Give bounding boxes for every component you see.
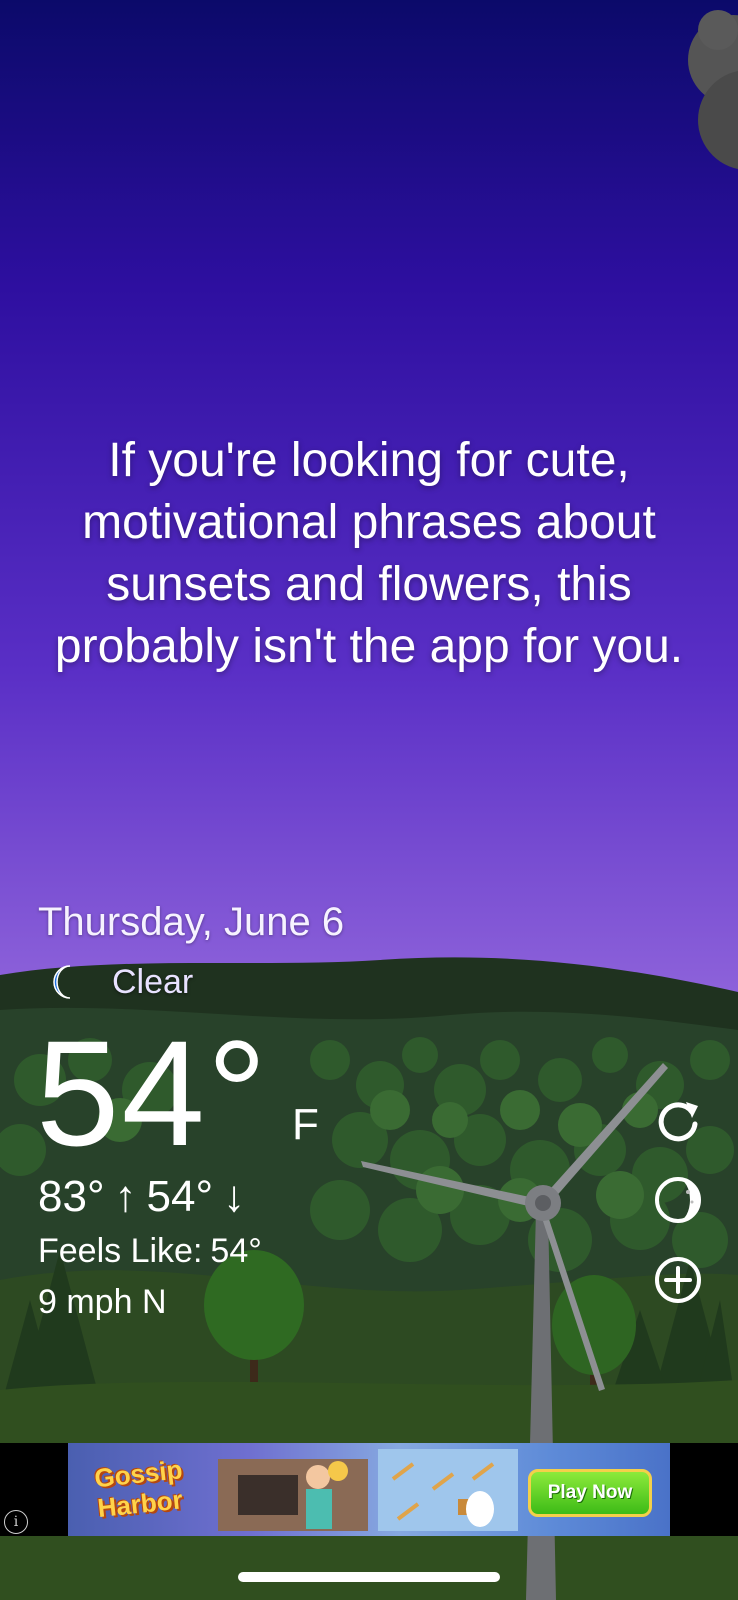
moon-phase-icon[interactable] [652, 1174, 704, 1226]
date-label: Thursday, June 6 [38, 900, 345, 944]
add-location-icon[interactable] [652, 1254, 704, 1306]
feels-like-value: 54° [210, 1232, 262, 1270]
landscape-scene [0, 957, 738, 1600]
high-low-row: 83° ↑ 54° ↓ [38, 1172, 245, 1222]
crescent-moon-icon [53, 965, 71, 999]
snarky-quote: If you're looking for cute, motivational… [54, 434, 684, 673]
feels-like-label: Feels Like: [38, 1232, 203, 1270]
condition-label: Clear [112, 962, 194, 1001]
high-temperature: 83° [38, 1172, 105, 1221]
temperature-unit[interactable]: F [292, 1100, 319, 1150]
home-indicator[interactable] [238, 1572, 500, 1582]
low-temperature: 54° [146, 1172, 214, 1221]
up-arrow-icon: ↑ [114, 1172, 137, 1221]
cloud-icon [688, 10, 738, 169]
ad-creative[interactable]: Gossip Harbor Play Now [68, 1443, 670, 1536]
feels-like-row: Feels Like: 54° [38, 1232, 262, 1271]
down-arrow-icon: ↓ [223, 1172, 246, 1221]
current-temperature[interactable]: 54° [36, 1018, 269, 1168]
refresh-icon[interactable] [652, 1094, 704, 1146]
info-icon[interactable]: i [4, 1510, 28, 1534]
wind-label: 9 mph N [38, 1283, 167, 1321]
weather-screen: If you're looking for cute, motivational… [0, 0, 738, 1600]
ad-game-logo: Gossip Harbor [92, 1454, 185, 1524]
ad-play-now-button[interactable]: Play Now [528, 1469, 652, 1517]
condition-row: Clear [44, 962, 193, 1002]
ad-game-artwork [218, 1449, 518, 1531]
ad-banner[interactable]: Gossip Harbor Play Now [0, 1443, 738, 1536]
